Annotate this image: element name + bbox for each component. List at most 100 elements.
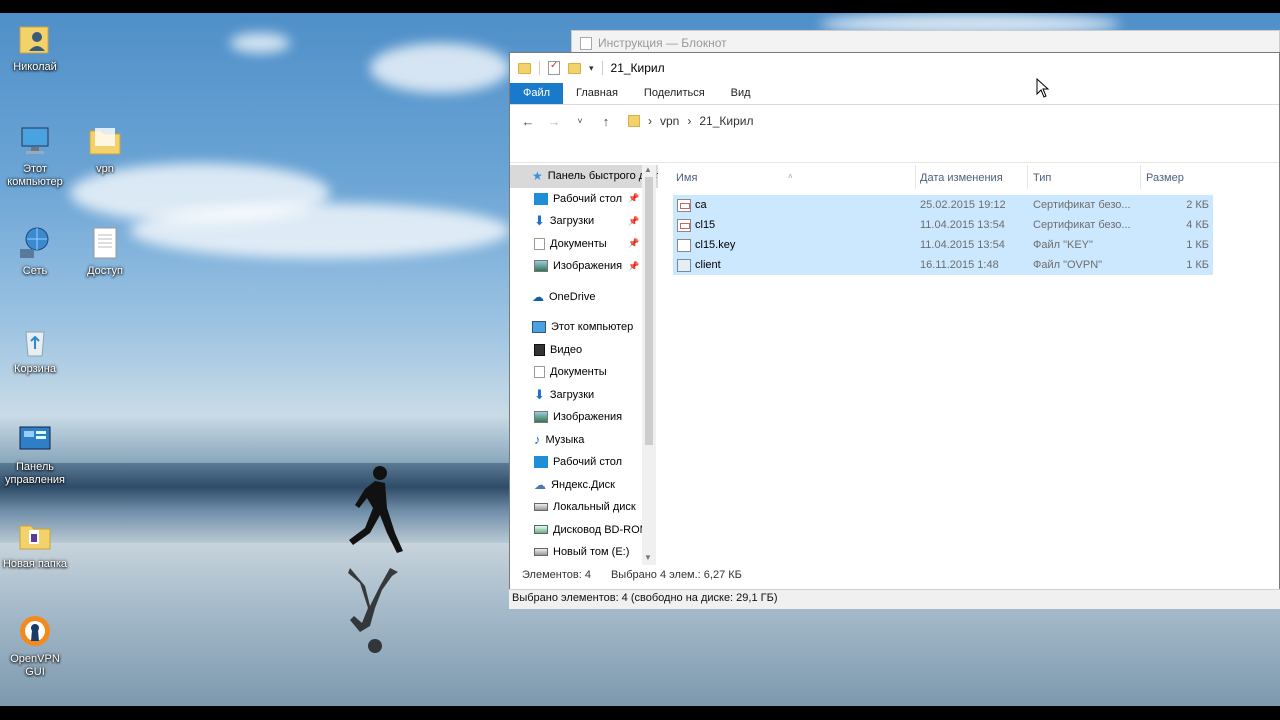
- nav-item-pc-downloads[interactable]: ⬇ Загрузки: [510, 384, 658, 407]
- breadcrumb-current[interactable]: 21_Кирил: [699, 114, 753, 128]
- control-panel-icon: [19, 426, 51, 450]
- scroll-thumb[interactable]: [645, 177, 653, 445]
- network-icon: [20, 227, 49, 258]
- desktop-icon-network[interactable]: Сеть: [0, 225, 70, 278]
- file-icon: [677, 239, 691, 252]
- nav-item-videos[interactable]: Видео: [510, 339, 658, 362]
- tab-view[interactable]: Вид: [718, 83, 764, 104]
- tab-file[interactable]: Файл: [510, 83, 564, 104]
- desktop-icon-this-pc[interactable]: Этот компьютер: [0, 123, 70, 189]
- folder-icon: [518, 62, 531, 74]
- mouse-cursor-icon: [1036, 78, 1050, 98]
- nav-label: Загрузки: [549, 215, 595, 228]
- nav-label: Музыка: [545, 433, 585, 446]
- column-header-type[interactable]: Тип: [1033, 172, 1051, 184]
- properties-icon[interactable]: [548, 60, 560, 75]
- file-name: cl15: [695, 219, 716, 231]
- letterbox-bar: [0, 706, 1280, 720]
- nav-label: Рабочий стол: [553, 192, 623, 205]
- desktop-icon-label: Этот компьютер: [7, 163, 63, 188]
- desktop-icon-openvpn[interactable]: OpenVPN GUI: [0, 613, 70, 679]
- nav-item-yandex-disk[interactable]: ☁ Яндекс.Диск: [510, 474, 658, 497]
- column-header-name[interactable]: Имя: [676, 172, 697, 184]
- footer-status-text: Выбрано элементов: 4 (свободно на диске:…: [512, 592, 778, 604]
- file-row[interactable]: cl15 11.04.2015 13:54 Сертификат безо...…: [673, 215, 1213, 235]
- desktop-icon: [534, 192, 548, 205]
- video-icon: [534, 343, 545, 356]
- recent-locations-chevron-icon[interactable]: ˅: [572, 116, 588, 126]
- desktop-icon-user[interactable]: Николай: [0, 21, 70, 74]
- column-divider[interactable]: [1140, 165, 1141, 189]
- forward-arrow-icon[interactable]: →: [546, 114, 562, 129]
- nav-label: Яндекс.Диск: [551, 478, 615, 491]
- nav-item-downloads[interactable]: ⬇ Загрузки 📌: [510, 210, 658, 233]
- nav-item-bd-rom[interactable]: Дисковод BD-ROM: [510, 519, 658, 542]
- column-divider[interactable]: [915, 165, 916, 189]
- nav-onedrive[interactable]: ☁ OneDrive: [510, 286, 658, 309]
- nav-item-desktop[interactable]: Рабочий стол 📌: [510, 188, 658, 211]
- desktop-icon-access[interactable]: Доступ: [70, 225, 140, 278]
- desktop-icon: [534, 456, 548, 469]
- file-date: 25.02.2015 19:12: [920, 199, 1006, 211]
- scroll-up-icon[interactable]: ▲: [644, 165, 652, 174]
- column-header-date[interactable]: Дата изменения: [920, 172, 1003, 184]
- cloud-decoration: [370, 43, 510, 93]
- desktop-icon-label: Николай: [13, 61, 57, 73]
- file-size: 4 КБ: [1186, 219, 1209, 231]
- pin-icon[interactable]: 📌: [628, 261, 639, 272]
- pictures-icon: [534, 260, 548, 273]
- column-divider[interactable]: [1027, 165, 1028, 189]
- nav-item-pc-desktop[interactable]: Рабочий стол: [510, 451, 658, 474]
- file-row[interactable]: ca 25.02.2015 19:12 Сертификат безо... 2…: [673, 195, 1213, 215]
- nav-item-documents[interactable]: Документы 📌: [510, 233, 658, 256]
- download-arrow-icon: ⬇: [534, 386, 545, 402]
- desktop-icon-new-folder[interactable]: Новая папка: [0, 518, 70, 571]
- back-arrow-icon[interactable]: ←: [520, 114, 536, 129]
- pin-icon[interactable]: 📌: [628, 216, 639, 227]
- desktop-icon-recycle-bin[interactable]: Корзина: [0, 323, 70, 376]
- desktop-icon-label: Корзина: [14, 363, 56, 375]
- pin-icon[interactable]: 📌: [628, 193, 639, 204]
- customize-dropdown-icon[interactable]: ▾: [589, 63, 594, 74]
- navigation-scrollbar[interactable]: ▲ ▼: [642, 165, 656, 565]
- tab-share[interactable]: Поделиться: [631, 83, 718, 104]
- nav-label: Видео: [550, 343, 583, 356]
- nav-item-local-disk[interactable]: Локальный диск: [510, 496, 658, 519]
- nav-this-pc[interactable]: Этот компьютер: [510, 316, 658, 339]
- desktop-icon-label: OpenVPN GUI: [10, 653, 60, 678]
- nav-item-pc-documents[interactable]: Документы: [510, 361, 658, 384]
- nav-quick-access[interactable]: ★ Панель быстрого доступа: [510, 165, 658, 188]
- navigation-pane: ★ Панель быстрого доступа Рабочий стол 📌…: [510, 165, 658, 565]
- file-row[interactable]: cl15.key 11.04.2015 13:54 Файл "KEY" 1 К…: [673, 235, 1213, 255]
- computer-icon: [532, 321, 546, 334]
- file-date: 11.04.2015 13:54: [920, 219, 1005, 231]
- column-header-size[interactable]: Размер: [1146, 172, 1184, 184]
- address-box[interactable]: › vpn › 21_Кирил: [628, 114, 753, 128]
- desktop-icon-control-panel[interactable]: Панель управления: [0, 421, 70, 487]
- breadcrumb-vpn[interactable]: vpn: [660, 114, 679, 128]
- tab-home[interactable]: Главная: [563, 83, 631, 104]
- desktop-icon-vpn[interactable]: vpn: [70, 123, 140, 176]
- column-headers: ˄ Имя Дата изменения Тип Размер: [670, 165, 1270, 189]
- explorer-titlebar[interactable]: ▾ 21_Кирил: [510, 53, 1279, 83]
- nav-item-pictures[interactable]: Изображения 📌: [510, 255, 658, 278]
- folder-icon: [628, 115, 640, 127]
- runner-silhouette: [349, 466, 403, 553]
- new-folder-icon[interactable]: [568, 62, 581, 74]
- nav-item-new-volume[interactable]: Новый том (E:): [510, 541, 658, 564]
- optical-drive-icon: [534, 525, 548, 535]
- breadcrumb-separator: ›: [648, 114, 652, 128]
- scroll-down-icon[interactable]: ▼: [644, 553, 652, 562]
- document-icon: [534, 366, 545, 379]
- file-row[interactable]: client 16.11.2015 1:48 Файл "OVPN" 1 КБ: [673, 255, 1213, 275]
- file-list: ˄ Имя Дата изменения Тип Размер ca 25.02…: [670, 165, 1270, 565]
- nav-label: Загрузки: [549, 388, 595, 401]
- computer-icon: [21, 127, 49, 154]
- divider: [601, 61, 603, 75]
- certificate-icon: [677, 219, 691, 232]
- nav-item-music[interactable]: ♪ Музыка: [510, 429, 658, 452]
- ovpn-file-icon: [677, 259, 691, 272]
- up-arrow-icon[interactable]: ↑: [598, 114, 614, 129]
- nav-item-pc-pictures[interactable]: Изображения: [510, 406, 658, 429]
- pin-icon[interactable]: 📌: [628, 238, 639, 249]
